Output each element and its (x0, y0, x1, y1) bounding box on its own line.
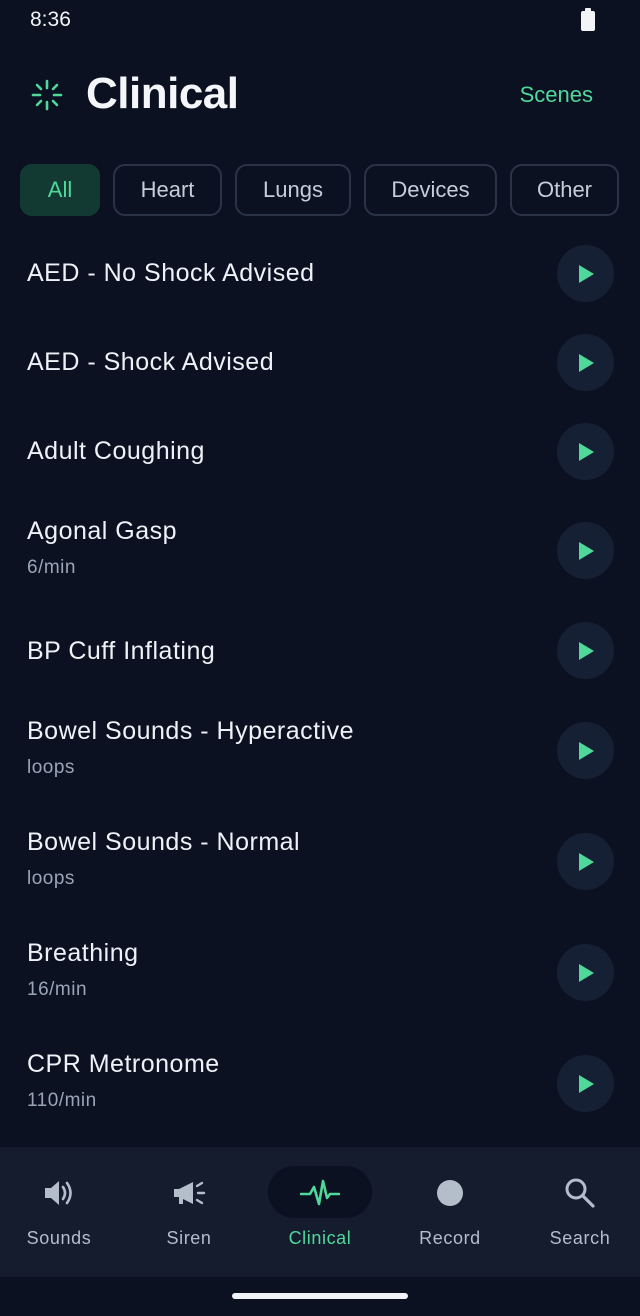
filter-chip-heart[interactable]: Heart (113, 164, 222, 216)
sound-rate: 16/min (27, 979, 88, 1000)
sound-title: Bowel Sounds - Hyperactive (27, 717, 355, 745)
filter-chip-all[interactable]: All (20, 164, 100, 216)
list-item[interactable]: Adult Coughing (0, 406, 640, 495)
play-icon (578, 442, 594, 461)
play-icon (578, 741, 594, 760)
play-icon (578, 963, 594, 982)
sound-rate: 110/min (27, 1090, 97, 1111)
home-indicator[interactable] (232, 1293, 408, 1299)
sound-title: AED - Shock Advised (27, 348, 275, 376)
list-item[interactable]: Breathing 16/min (0, 917, 640, 1028)
page-title: Clinical (86, 69, 239, 118)
nav-label: Record (419, 1228, 481, 1248)
bottom-nav: Sounds Siren Clinical Record Search (0, 1147, 640, 1277)
play-button[interactable] (557, 833, 614, 890)
sound-rate: 6/min (27, 557, 76, 578)
play-icon (578, 541, 594, 560)
play-button[interactable] (557, 1055, 614, 1112)
sound-title: Breathing (27, 939, 139, 967)
sound-title: CPR Metronome (27, 1050, 220, 1078)
status-time: 8:36 (30, 8, 71, 31)
list-item[interactable]: CPR Metronome 110/min (0, 1028, 640, 1139)
sound-rate: loops (27, 757, 75, 778)
play-button[interactable] (557, 423, 614, 480)
record-icon (430, 1175, 470, 1211)
speaker-icon (39, 1175, 79, 1211)
sound-title: AED - No Shock Advised (27, 259, 315, 287)
nav-tab-sounds[interactable]: Sounds (0, 1147, 124, 1277)
list-item[interactable]: AED - No Shock Advised (0, 228, 640, 317)
play-button[interactable] (557, 522, 614, 579)
list-item[interactable]: Bowel Sounds - Hyperactive loops (0, 695, 640, 806)
heartbeat-icon (300, 1175, 340, 1211)
list-item[interactable]: Bowel Sounds - Normal loops (0, 806, 640, 917)
sound-rate: loops (27, 868, 75, 889)
filter-chip-devices[interactable]: Devices (364, 164, 497, 216)
status-bar: 8:36 (0, 0, 640, 40)
play-button[interactable] (557, 944, 614, 1001)
play-icon (578, 852, 594, 871)
list-item[interactable]: BP Cuff Inflating (0, 595, 640, 695)
sparkle-logo-icon (31, 79, 63, 111)
play-icon (578, 641, 594, 660)
play-icon (578, 264, 594, 283)
nav-tab-record[interactable]: Record (385, 1147, 515, 1277)
play-button[interactable] (557, 622, 614, 679)
sound-title: Agonal Gasp (27, 517, 178, 545)
battery-icon (581, 8, 595, 31)
nav-tab-search[interactable]: Search (515, 1147, 640, 1277)
play-button[interactable] (557, 722, 614, 779)
nav-tab-siren[interactable]: Siren (124, 1147, 254, 1277)
list-item[interactable]: Agonal Gasp 6/min (0, 495, 640, 595)
play-button[interactable] (557, 245, 614, 302)
nav-tab-clinical[interactable]: Clinical (255, 1147, 385, 1277)
scenes-button[interactable]: Scenes (520, 82, 593, 108)
nav-label: Siren (166, 1228, 212, 1248)
filter-chip-other[interactable]: Other (510, 164, 619, 216)
nav-label: Sounds (26, 1228, 92, 1248)
sound-list: AED - No Shock Advised AED - Shock Advis… (0, 228, 640, 1139)
filter-chip-lungs[interactable]: Lungs (235, 164, 351, 216)
nav-label: Search (549, 1228, 611, 1248)
app-header: Clinical Scenes (0, 60, 640, 130)
megaphone-icon (169, 1175, 209, 1211)
sound-title: Bowel Sounds - Normal (27, 828, 301, 856)
nav-label: Clinical (288, 1228, 352, 1248)
sound-title: Adult Coughing (27, 437, 205, 465)
search-icon (560, 1175, 600, 1211)
list-item[interactable]: AED - Shock Advised (0, 317, 640, 406)
play-icon (578, 1074, 594, 1093)
sound-title: BP Cuff Inflating (27, 637, 216, 665)
play-icon (578, 353, 594, 372)
play-button[interactable] (557, 334, 614, 391)
